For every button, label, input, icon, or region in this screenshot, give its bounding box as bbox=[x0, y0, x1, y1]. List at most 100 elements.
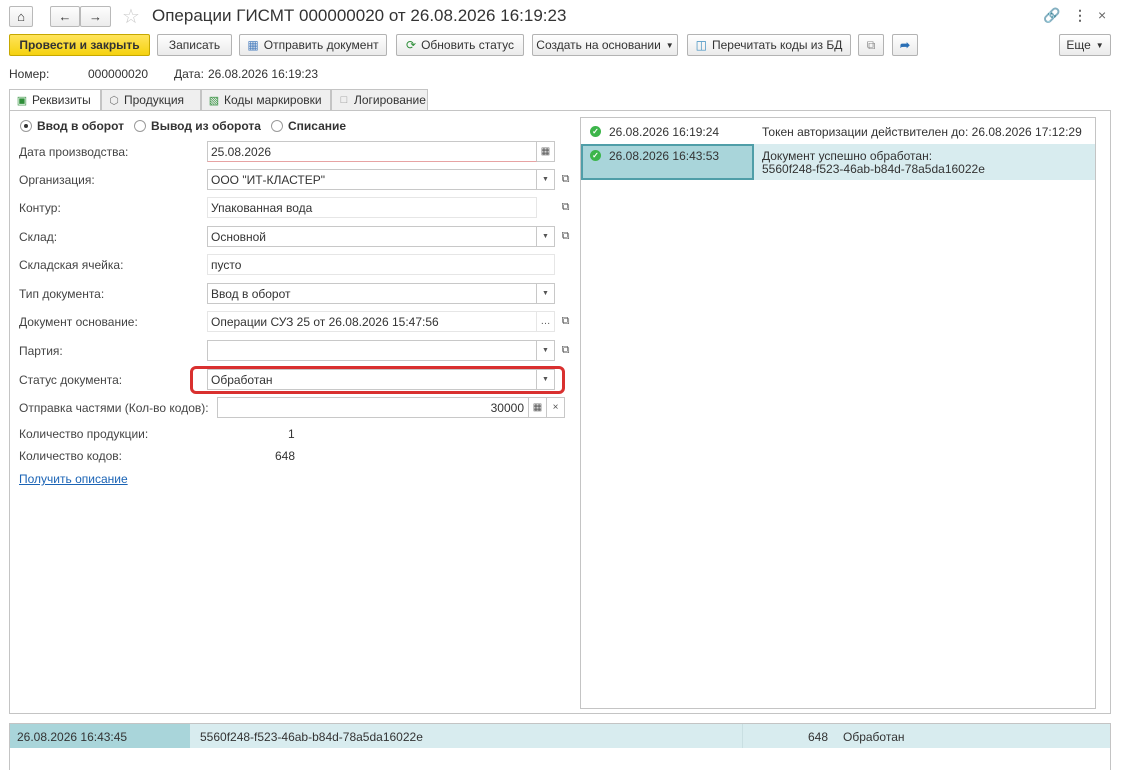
tab-marking-codes[interactable]: ▧ Коды маркировки bbox=[201, 89, 331, 111]
radio-input-in-circulation[interactable] bbox=[20, 120, 32, 132]
warehouse-field[interactable]: Основной bbox=[207, 226, 537, 247]
log-list[interactable]: ✓ 26.08.2026 16:19:24 Токен авторизации … bbox=[580, 117, 1096, 709]
write-button[interactable]: Записать bbox=[157, 34, 232, 56]
warehouse-open-button[interactable]: ⧉ bbox=[557, 228, 574, 245]
create-based-on-button[interactable]: Создать на основании ▼ bbox=[532, 34, 678, 56]
tab-products[interactable]: ⬡ Продукция bbox=[101, 89, 201, 111]
base-doc-select-button[interactable]: … bbox=[537, 311, 555, 332]
number-label: Номер: bbox=[9, 67, 50, 81]
contour-label: Контур: bbox=[19, 201, 61, 215]
forward-button[interactable]: → bbox=[80, 6, 111, 27]
post-and-close-button[interactable]: Провести и закрыть bbox=[9, 34, 150, 56]
doc-type-label: Тип документа: bbox=[19, 287, 105, 301]
home-button[interactable]: ⌂ bbox=[9, 6, 33, 27]
column-separator bbox=[742, 724, 743, 748]
radio-write-off[interactable] bbox=[270, 120, 283, 132]
status-highlight-frame bbox=[190, 366, 565, 394]
base-doc-field[interactable]: Операции СУЗ 25 от 26.08.2026 15:47:56 bbox=[207, 311, 537, 332]
chevron-down-icon: ▼ bbox=[542, 290, 549, 297]
reread-codes-button[interactable]: ◫ Перечитать коды из БД bbox=[687, 34, 851, 56]
requisites-panel: Ввод в оборот Вывод из оборота Списание … bbox=[9, 110, 1111, 714]
batch-open-button[interactable]: ⧉ bbox=[557, 342, 574, 359]
products-count-label: Количество продукции: bbox=[19, 427, 149, 441]
favorite-star-icon[interactable]: ☆ bbox=[122, 4, 140, 29]
cell-row: Складская ячейка: пусто bbox=[19, 254, 579, 275]
arrow-left-icon: ← bbox=[58, 9, 72, 24]
doc-type-field[interactable]: Ввод в оборот bbox=[207, 283, 537, 304]
production-date-label: Дата производства: bbox=[19, 145, 129, 159]
base-doc-row: Документ основание: Операции СУЗ 25 от 2… bbox=[19, 311, 579, 332]
more-button[interactable]: Еще ▼ bbox=[1059, 34, 1111, 56]
clear-button[interactable]: × bbox=[547, 397, 565, 418]
database-icon: ◫ bbox=[695, 38, 707, 52]
row-time: 26.08.2026 16:43:45 bbox=[10, 724, 190, 748]
chevron-down-icon: ▼ bbox=[542, 176, 549, 183]
open-window-icon: ⧉ bbox=[561, 344, 570, 356]
production-date-field[interactable]: 25.08.2026 bbox=[207, 141, 537, 162]
parts-label: Отправка частями (Кол-во кодов): bbox=[19, 401, 209, 415]
open-window-icon: ⧉ bbox=[561, 173, 570, 185]
link-icon[interactable]: 🔗 bbox=[1043, 7, 1060, 24]
base-doc-open-button[interactable]: ⧉ bbox=[557, 313, 574, 330]
cube-icon: ⬡ bbox=[109, 94, 119, 107]
document-list[interactable]: 26.08.2026 16:43:45 5560f248-f523-46ab-b… bbox=[9, 723, 1111, 770]
contour-field[interactable]: Упакованная вода bbox=[207, 197, 537, 218]
send-document-icon: ▦ bbox=[247, 38, 259, 52]
log-row[interactable]: ✓ 26.08.2026 16:43:53 Документ успешно о… bbox=[581, 149, 1095, 179]
organization-open-button[interactable]: ⧉ bbox=[557, 171, 574, 188]
back-button[interactable]: ← bbox=[50, 6, 80, 27]
warehouse-dropdown-button[interactable]: ▼ bbox=[537, 226, 555, 247]
command-bar: Провести и закрыть Записать ▦ Отправить д… bbox=[0, 34, 1122, 60]
codes-count-label: Количество кодов: bbox=[19, 449, 122, 463]
chevron-down-icon: ▼ bbox=[542, 233, 549, 240]
batch-field[interactable] bbox=[207, 340, 537, 361]
organization-label: Организация: bbox=[19, 173, 95, 187]
parts-field[interactable]: 30000 bbox=[217, 397, 529, 418]
copy-icon: ⧉ bbox=[866, 37, 876, 52]
close-icon[interactable]: × bbox=[1098, 7, 1106, 23]
number-value: 000000020 bbox=[88, 67, 149, 81]
tab-logging[interactable]: □ Логирование bbox=[331, 89, 428, 111]
log-row[interactable]: ✓ 26.08.2026 16:19:24 Токен авторизации … bbox=[581, 125, 1095, 143]
status-label: Статус документа: bbox=[19, 373, 123, 387]
organization-row: Организация: ООО "ИТ-КЛАСТЕР" ▼ ⧉ bbox=[19, 169, 579, 190]
chevron-down-icon: ▼ bbox=[542, 347, 549, 354]
check-circle-icon: ✓ bbox=[590, 126, 601, 137]
close-icon: × bbox=[552, 402, 559, 413]
check-circle-icon: ✓ bbox=[590, 150, 601, 161]
organization-field[interactable]: ООО "ИТ-КЛАСТЕР" bbox=[207, 169, 537, 190]
calendar-button[interactable]: ▦ bbox=[537, 141, 555, 162]
batch-dropdown-button[interactable]: ▼ bbox=[537, 340, 555, 361]
radio-withdrawal[interactable] bbox=[134, 120, 147, 132]
calculator-button[interactable]: ▦ bbox=[529, 397, 547, 418]
get-description-link[interactable]: Получить описание bbox=[19, 472, 128, 486]
row-count: 648 bbox=[808, 730, 829, 744]
more-vertical-icon[interactable]: ⋮ bbox=[1073, 7, 1087, 24]
open-window-icon: ⧉ bbox=[561, 230, 570, 242]
title-bar: ⌂ ← → ☆ Операции ГИСМТ 000000020 от 26.0… bbox=[0, 0, 1122, 34]
update-status-button[interactable]: ⟳ Обновить статус bbox=[396, 34, 524, 56]
redo-button[interactable]: ➦ bbox=[892, 34, 918, 56]
table-row[interactable]: 26.08.2026 16:43:45 5560f248-f523-46ab-b… bbox=[10, 724, 1110, 748]
batch-row: Партия: ▼ ⧉ bbox=[19, 340, 579, 361]
home-icon: ⌂ bbox=[17, 9, 25, 24]
contour-open-button[interactable]: ⧉ bbox=[557, 199, 574, 216]
log-icon: □ bbox=[340, 94, 348, 106]
send-document-button[interactable]: ▦ Отправить документ bbox=[239, 34, 387, 56]
doc-type-dropdown-button[interactable]: ▼ bbox=[537, 283, 555, 304]
organization-dropdown-button[interactable]: ▼ bbox=[537, 169, 555, 190]
redo-arrow-icon: ➦ bbox=[899, 38, 911, 52]
barcode-icon: ▧ bbox=[208, 94, 220, 107]
form-icon: ▣ bbox=[16, 94, 28, 107]
chevron-down-icon: ▼ bbox=[665, 40, 674, 50]
warehouse-label: Склад: bbox=[19, 230, 58, 244]
tab-requisites[interactable]: ▣ Реквизиты bbox=[9, 89, 101, 111]
cell-field[interactable]: пусто bbox=[207, 254, 555, 275]
copy-button[interactable]: ⧉ bbox=[858, 34, 884, 56]
codes-count-value: 648 bbox=[275, 449, 296, 463]
open-window-icon: ⧉ bbox=[561, 201, 570, 213]
chevron-down-icon: ▼ bbox=[1095, 40, 1104, 50]
warehouse-row: Склад: Основной ▼ ⧉ bbox=[19, 226, 579, 247]
operation-type-radio: Ввод в оборот Вывод из оборота Списание bbox=[20, 119, 356, 133]
batch-label: Партия: bbox=[19, 344, 63, 358]
